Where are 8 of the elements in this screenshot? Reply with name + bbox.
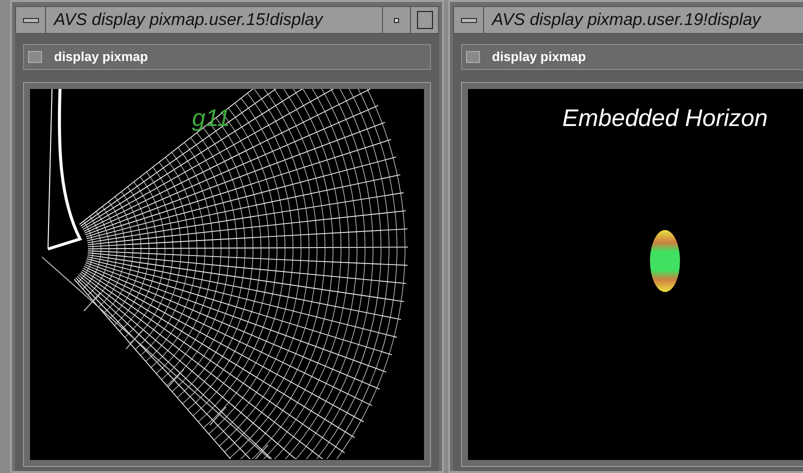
- toggle-checkbox[interactable]: [466, 51, 480, 63]
- window-title: AVS display pixmap.user.19!display: [490, 9, 762, 32]
- toggle-label: display pixmap: [54, 48, 148, 66]
- toggle-label: display pixmap: [492, 48, 586, 66]
- ellipsoid-icon: [649, 229, 681, 293]
- canvas-title: Embedded Horizon: [562, 104, 768, 134]
- toggle-checkbox[interactable]: [28, 51, 42, 63]
- window-title: AVS display pixmap.user.15!display: [52, 9, 324, 32]
